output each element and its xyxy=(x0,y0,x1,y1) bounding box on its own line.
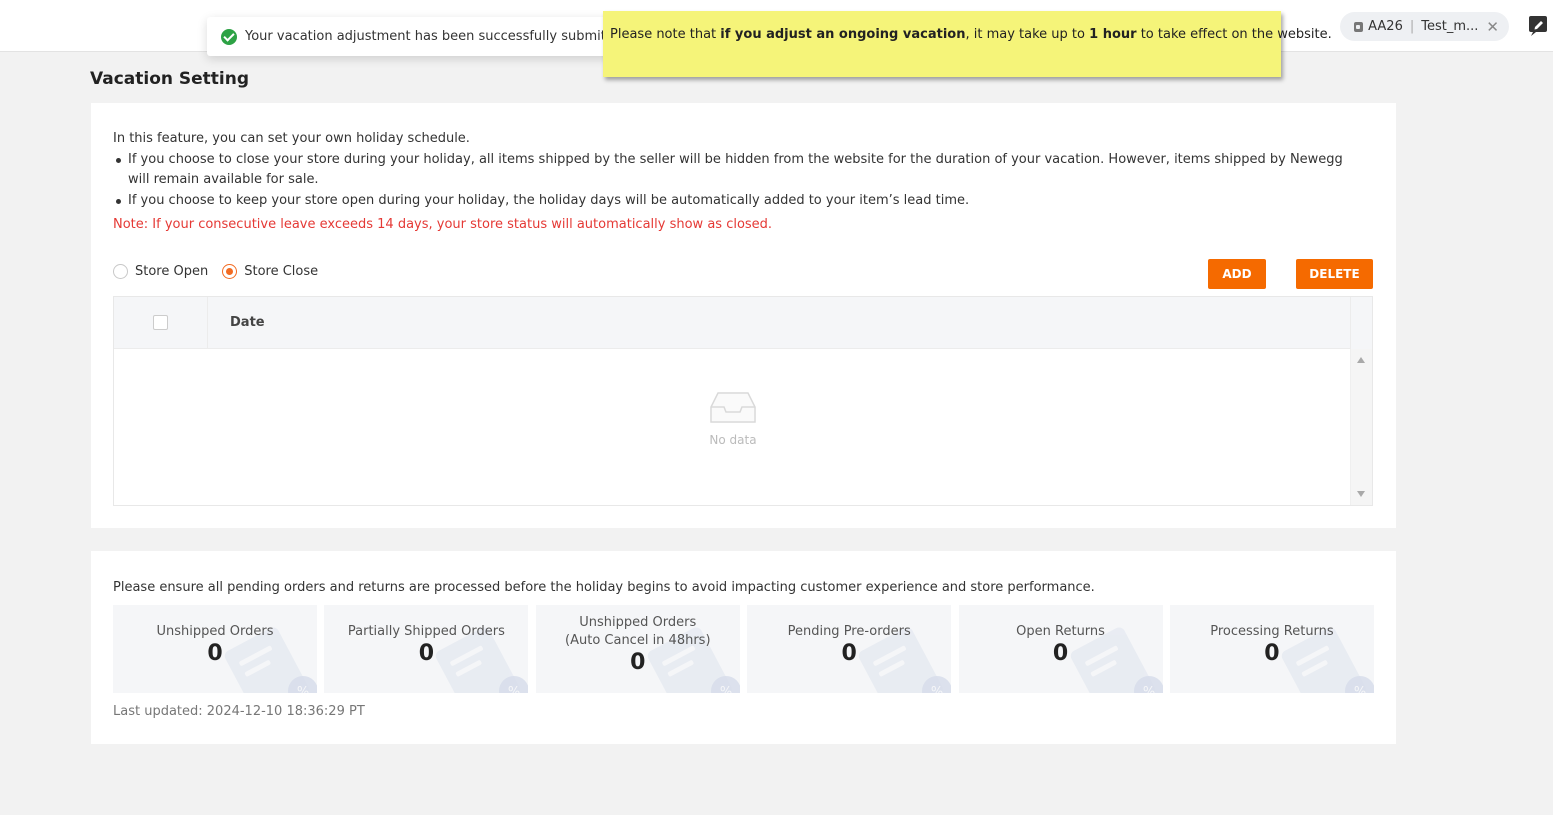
svg-text:%: % xyxy=(297,685,309,693)
stat-card[interactable]: % Pending Pre-orders 0 xyxy=(747,605,952,693)
stat-card[interactable]: % Partially Shipped Orders 0 xyxy=(324,605,529,693)
sticky-text-2: , it may take up to xyxy=(965,27,1090,42)
select-all-cell xyxy=(114,296,208,349)
stat-label: Processing Returns xyxy=(1210,624,1334,639)
vacation-table: Date No data xyxy=(113,296,1373,506)
stat-label: Unshipped Orders xyxy=(156,624,274,639)
stat-value: 0 xyxy=(1264,641,1280,666)
intro-block: In this feature, you can set your own ho… xyxy=(113,129,1353,211)
bullet-item: If you choose to keep your store open du… xyxy=(113,191,1353,211)
toast-message: Your vacation adjustment has been succes… xyxy=(245,29,632,44)
empty-state: No data xyxy=(114,389,1352,447)
stat-sublabel: (Auto Cancel in 48hrs) xyxy=(565,633,711,648)
stat-value: 0 xyxy=(841,641,857,666)
header-scroll-gutter xyxy=(1350,297,1372,349)
date-column-header[interactable]: Date xyxy=(208,315,265,330)
svg-text:%: % xyxy=(1142,685,1154,693)
sticky-text-1: Please note that xyxy=(610,27,721,42)
sticky-note: Please note that if you adjust an ongoin… xyxy=(603,11,1332,77)
select-all-checkbox[interactable] xyxy=(153,315,168,330)
page-title: Vacation Setting xyxy=(90,69,250,89)
delete-button[interactable]: DELETE xyxy=(1296,259,1373,289)
svg-text:%: % xyxy=(1354,685,1366,693)
stat-label: Pending Pre-orders xyxy=(787,624,911,639)
store-close-label: Store Close xyxy=(244,264,319,279)
account-code: AA26 xyxy=(1368,19,1403,34)
stat-card[interactable]: % Unshipped Orders 0 xyxy=(113,605,317,693)
svg-text:%: % xyxy=(508,685,520,693)
account-chip[interactable]: AA26 | Test_m... ✕ xyxy=(1340,12,1509,41)
stat-card[interactable]: % Processing Returns 0 xyxy=(1169,605,1374,693)
leave-note: Note: If your consecutive leave exceeds … xyxy=(113,217,773,232)
bullet-item: If you choose to close your store during… xyxy=(113,150,1353,190)
empty-text: No data xyxy=(709,433,757,447)
check-circle-icon xyxy=(221,28,237,45)
svg-text:%: % xyxy=(931,685,943,693)
stat-value: 0 xyxy=(207,641,223,666)
store-status-radio-group: Store Open Store Close xyxy=(113,264,332,279)
stat-card[interactable]: % Unshipped Orders (Auto Cancel in 48hrs) 0 xyxy=(535,605,740,693)
stat-label: Partially Shipped Orders xyxy=(347,624,505,639)
table-header: Date xyxy=(114,296,1372,349)
store-open-radio[interactable]: Store Open xyxy=(113,264,208,279)
sticky-text-3: to take effect on the website. xyxy=(1136,27,1332,42)
account-separator: | xyxy=(1409,19,1415,34)
last-updated: Last updated: 2024-12-10 18:36:29 PT xyxy=(113,704,365,719)
table-body: No data xyxy=(114,349,1372,505)
sticky-bold-2: 1 hour xyxy=(1089,27,1137,42)
svg-text:%: % xyxy=(720,685,732,693)
stat-label: Unshipped Orders xyxy=(579,615,697,630)
store-open-label: Store Open xyxy=(135,264,209,279)
success-toast: Your vacation adjustment has been succes… xyxy=(207,17,631,56)
pending-message: Please ensure all pending orders and ret… xyxy=(113,580,1095,595)
empty-inbox-icon xyxy=(710,392,756,423)
store-close-radio[interactable]: Store Close xyxy=(222,264,318,279)
table-scrollbar[interactable] xyxy=(1350,349,1372,505)
stat-value: 0 xyxy=(1052,641,1069,666)
pending-orders-card: Please ensure all pending orders and ret… xyxy=(91,551,1396,744)
intro-bullets: If you choose to close your store during… xyxy=(113,150,1353,211)
scroll-down-arrow-icon[interactable] xyxy=(1357,491,1365,497)
stat-label: Open Returns xyxy=(1016,624,1105,639)
edit-note-icon[interactable] xyxy=(1528,15,1550,37)
intro-text: In this feature, you can set your own ho… xyxy=(113,131,470,146)
stat-card[interactable]: % Open Returns 0 xyxy=(958,605,1163,693)
vacation-setting-card: In this feature, you can set your own ho… xyxy=(91,103,1396,528)
radio-button-selected-icon[interactable] xyxy=(222,264,238,279)
account-card-icon xyxy=(1354,21,1364,32)
sticky-bold-1: if you adjust an ongoing vacation xyxy=(720,27,966,42)
stat-value: 0 xyxy=(630,650,646,675)
stat-value: 0 xyxy=(418,641,435,666)
add-button[interactable]: ADD xyxy=(1208,259,1266,289)
close-icon[interactable]: ✕ xyxy=(1486,18,1499,36)
scroll-up-arrow-icon[interactable] xyxy=(1357,357,1365,363)
radio-button-icon[interactable] xyxy=(113,264,128,279)
account-name: Test_m... xyxy=(1421,19,1479,34)
stats-row: % Unshipped Orders 0% Partially Shipped Ord… xyxy=(113,605,1374,693)
